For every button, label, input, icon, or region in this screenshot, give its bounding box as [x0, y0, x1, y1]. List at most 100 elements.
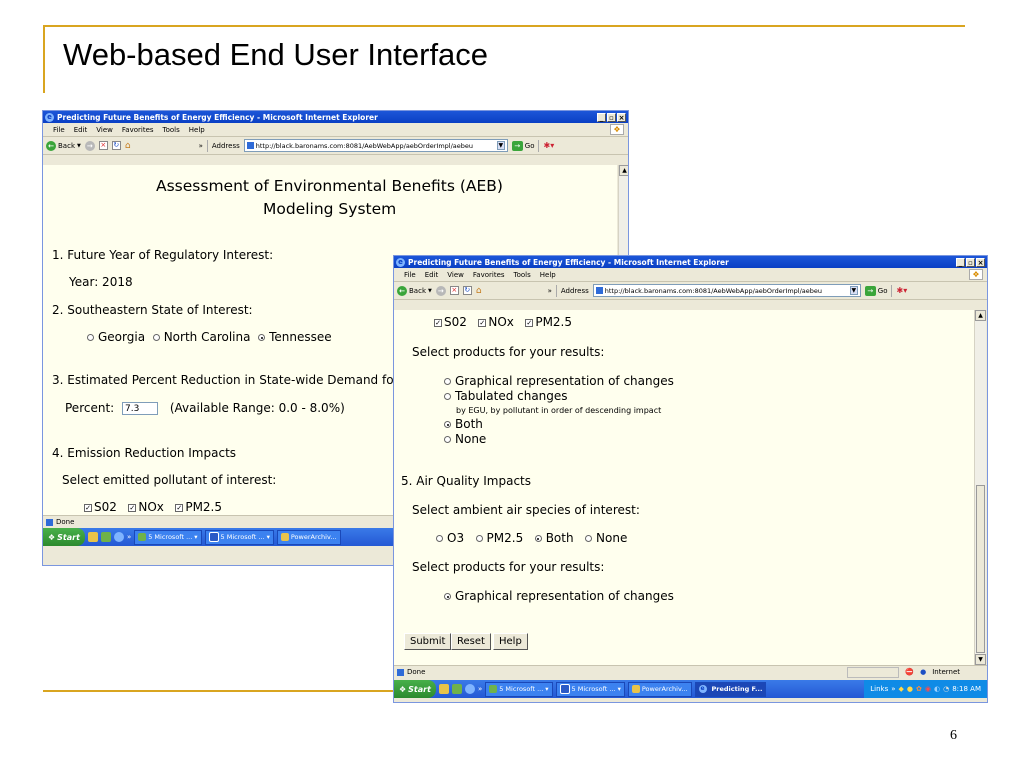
- menu-favorites[interactable]: Favorites: [473, 271, 505, 279]
- links-label[interactable]: Links: [870, 685, 888, 693]
- start-button[interactable]: ❖ Start: [394, 680, 436, 698]
- taskbar-task-powerarchiver[interactable]: PowerArchiv...: [627, 681, 692, 697]
- species-radio-pm25[interactable]: PM2.5: [475, 531, 523, 545]
- taskbar-task-powerarchiver[interactable]: PowerArchiv...: [276, 529, 341, 545]
- zone-label: Internet: [932, 668, 960, 676]
- help-button[interactable]: Help: [493, 633, 528, 650]
- species-radio-none[interactable]: None: [585, 531, 627, 545]
- vertical-scrollbar[interactable]: ▲ ▼: [974, 310, 986, 665]
- tray-messenger-icon[interactable]: ◐: [934, 685, 940, 693]
- product-radio-graphical[interactable]: Graphical representation of changes: [444, 374, 674, 388]
- checkbox-nox[interactable]: ✓ NOx: [128, 500, 164, 514]
- state-radio-georgia[interactable]: Georgia: [87, 330, 145, 344]
- menu-view[interactable]: View: [96, 126, 113, 134]
- scroll-up-arrow[interactable]: ▲: [619, 165, 628, 176]
- refresh-icon[interactable]: ↻: [462, 286, 472, 295]
- go-button[interactable]: → Go: [511, 140, 534, 151]
- quicklaunch-browser-icon[interactable]: [464, 684, 475, 694]
- product-radio-both[interactable]: Both: [444, 417, 483, 431]
- title-bar[interactable]: e Predicting Future Benefits of Energy E…: [394, 256, 987, 268]
- menu-edit[interactable]: Edit: [74, 126, 88, 134]
- species-radio-o3[interactable]: O3: [436, 531, 464, 545]
- taskbar-task-microsoft-2[interactable]: 5 Microsoft ... ▾: [555, 681, 625, 697]
- checkbox-s02[interactable]: ✓ S02: [84, 500, 117, 514]
- checkbox-s02[interactable]: ✓ S02: [434, 315, 467, 329]
- quicklaunch-browser-icon[interactable]: [113, 532, 124, 542]
- toolbar-chevron[interactable]: »: [548, 287, 552, 295]
- menu-help[interactable]: Help: [540, 271, 556, 279]
- menu-view[interactable]: View: [447, 271, 464, 279]
- minimize-button[interactable]: _: [956, 257, 965, 267]
- tray-antivirus-icon[interactable]: ✿: [916, 685, 922, 693]
- available-range-text: (Available Range: 0.0 - 8.0%): [169, 401, 345, 415]
- quicklaunch-outlook-icon[interactable]: [438, 684, 449, 694]
- checkbox-nox[interactable]: ✓ NOx: [478, 315, 514, 329]
- quicklaunch-app-icon[interactable]: [451, 684, 462, 694]
- toolbar-extension-icon[interactable]: ✱▾: [543, 141, 554, 150]
- address-input[interactable]: http://black.baronams.com:8081/AebWebApp…: [243, 139, 508, 152]
- checkbox-pm25[interactable]: ✓ PM2.5: [525, 315, 572, 329]
- tray-update-icon[interactable]: ◉: [925, 685, 931, 693]
- scroll-up-arrow[interactable]: ▲: [975, 310, 986, 321]
- refresh-icon[interactable]: ↻: [111, 141, 121, 150]
- start-button[interactable]: ❖ Start: [43, 528, 85, 546]
- quicklaunch-app-icon[interactable]: [100, 532, 111, 542]
- address-dropdown-icon[interactable]: ▼: [496, 141, 505, 150]
- taskbar-task-microsoft-1[interactable]: 5 Microsoft ... ▾: [485, 681, 553, 697]
- checkbox-pm25[interactable]: ✓ PM2.5: [175, 500, 222, 514]
- state-radio-north-carolina[interactable]: North Carolina: [152, 330, 250, 344]
- menu-help[interactable]: Help: [189, 126, 205, 134]
- tray-app-icon[interactable]: ◆: [899, 685, 904, 693]
- close-button[interactable]: ×: [976, 257, 985, 267]
- toolbar-chevron[interactable]: »: [199, 142, 203, 150]
- back-button[interactable]: ← Back ▼: [46, 140, 81, 151]
- taskbar-task-predicting[interactable]: e Predicting F...: [694, 681, 767, 697]
- address-input[interactable]: http://black.baronams.com:8081/AebWebApp…: [592, 284, 861, 297]
- scroll-down-arrow[interactable]: ▼: [975, 654, 986, 665]
- aq-product-radio-graphical[interactable]: Graphical representation of changes: [444, 589, 674, 603]
- menu-file[interactable]: File: [404, 271, 416, 279]
- windows-logo-icon: ❖: [610, 124, 624, 135]
- taskbar-task-microsoft-1[interactable]: 5 Microsoft ... ▾: [134, 529, 202, 545]
- title-bar[interactable]: e Predicting Future Benefits of Energy E…: [43, 111, 628, 123]
- state-radio-tennessee[interactable]: Tennessee: [258, 330, 332, 344]
- menu-tools[interactable]: Tools: [514, 271, 531, 279]
- stop-icon[interactable]: ×: [449, 286, 459, 295]
- reset-button[interactable]: Reset: [451, 633, 491, 650]
- home-icon[interactable]: ⌂: [125, 141, 131, 151]
- toolbar-extension-icon[interactable]: ✱▾: [896, 286, 907, 295]
- percent-input[interactable]: 7.3: [122, 402, 159, 415]
- menu-file[interactable]: File: [53, 126, 65, 134]
- menu-favorites[interactable]: Favorites: [122, 126, 154, 134]
- quicklaunch-outlook-icon[interactable]: [87, 532, 98, 542]
- stop-icon[interactable]: ×: [98, 141, 108, 150]
- quicklaunch-chevron[interactable]: »: [127, 533, 131, 541]
- submit-button[interactable]: Submit: [404, 633, 452, 650]
- tray-volume-icon[interactable]: ◔: [943, 685, 949, 693]
- window-title: Predicting Future Benefits of Energy Eff…: [408, 257, 729, 267]
- forward-button[interactable]: →: [435, 285, 446, 296]
- address-dropdown-icon[interactable]: ▼: [849, 286, 858, 295]
- product-radio-tabulated[interactable]: Tabulated changes: [444, 389, 568, 403]
- forward-button[interactable]: →: [84, 140, 95, 151]
- menu-edit[interactable]: Edit: [425, 271, 439, 279]
- maximize-button[interactable]: ▫: [607, 112, 616, 122]
- clock[interactable]: 8:18 AM: [952, 685, 981, 693]
- checkmark-icon: ✓: [478, 318, 487, 327]
- maximize-button[interactable]: ▫: [966, 257, 975, 267]
- home-icon[interactable]: ⌂: [476, 286, 482, 296]
- close-button[interactable]: ×: [617, 112, 626, 122]
- products-prompt: Select products for your results:: [412, 345, 605, 359]
- minimize-button[interactable]: _: [597, 112, 606, 122]
- go-button[interactable]: → Go: [864, 285, 887, 296]
- quicklaunch-chevron[interactable]: »: [478, 685, 482, 693]
- scroll-thumb[interactable]: [976, 485, 985, 653]
- back-button[interactable]: ← Back ▼: [397, 285, 432, 296]
- links-chevron[interactable]: »: [891, 685, 895, 693]
- folder-icon: [280, 533, 289, 541]
- product-radio-none[interactable]: None: [444, 432, 486, 446]
- menu-tools[interactable]: Tools: [163, 126, 180, 134]
- species-radio-both[interactable]: Both: [534, 531, 574, 545]
- tray-network-icon[interactable]: ●: [907, 685, 913, 693]
- taskbar-task-microsoft-2[interactable]: 5 Microsoft ... ▾: [204, 529, 274, 545]
